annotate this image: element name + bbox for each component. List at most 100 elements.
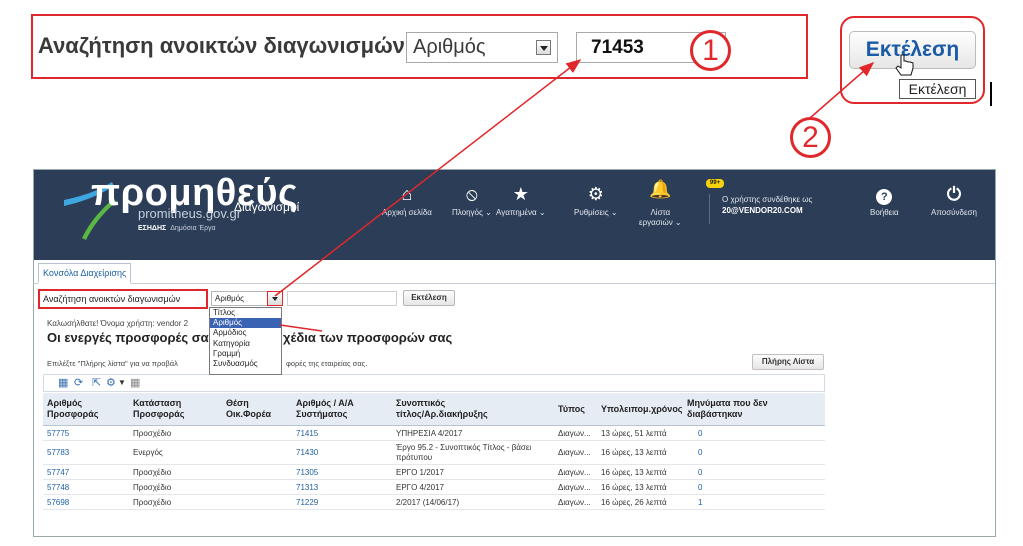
offer-number-link[interactable]: 57698 [47,498,69,508]
nav-help[interactable]: ? Βοήθεια [870,184,899,218]
logo-tag: Δημόσια Έργα [170,225,216,232]
nav-logout-label: Αποσύνδεση [931,208,977,217]
option-category[interactable]: Κατηγορία [210,339,281,349]
nav-favorites-label: Αγαπημένα [496,208,537,217]
offer-number-link[interactable]: 57747 [47,468,69,478]
nav-home-label: Αρχική σελίδα [382,208,432,217]
search-by-dropdown-button[interactable] [267,291,283,306]
logo-tag-bold: ΕΣΗΔΗΣ [138,225,167,232]
offer-number-link[interactable]: 57748 [47,483,69,493]
option-combination[interactable]: Συνδυασμός [210,359,281,369]
user-logged-in-label: Ο χρήστης συνδέθηκε ως [722,195,813,204]
help-icon: ? [870,184,899,205]
full-list-button[interactable]: Πλήρης Λίστα [752,354,824,370]
table-row[interactable]: 57748 Προσχέδιο 71313 ΕΡΓΟ 4/2017 Διαγων… [43,480,825,495]
offer-number-link[interactable]: 57775 [47,429,69,439]
gear-icon[interactable]: ⚙ [106,376,116,390]
nav-home[interactable]: ⌂ Αρχική σελίδα [382,184,432,218]
page-title: Οι ενεργές προσφορές σας [47,330,216,345]
refresh-icon[interactable]: ⟳ [74,376,83,390]
bell-icon: 🔔 [649,179,672,199]
col-title[interactable]: Συνοπτικός τίτλος/Αρ.διακήρυξης [396,398,488,420]
offer-number-link[interactable]: 57783 [47,448,69,458]
page-title-continued: χέδια των προσφορών σας [283,330,453,345]
detach-icon[interactable]: ▦ [58,376,68,390]
col-remaining-time[interactable]: Υπολειπομ.χρόνος [601,404,683,415]
unread-count[interactable]: 0 [698,448,702,458]
remaining-time: 16 ώρες, 26 λεπτά [601,498,667,507]
col-unread-messages[interactable]: Μηνύματα που δεν διαβάστηκαν [687,398,768,420]
col-offer-status[interactable]: Κατάσταση Προσφοράς [133,398,184,420]
unread-count[interactable]: 0 [698,468,702,478]
option-number[interactable]: Αριθμός [210,318,281,329]
search-by-options-list[interactable]: Τίτλος Αριθμός Αρμόδιος Κατηγορία Γραμμή… [209,307,282,375]
search-input[interactable] [287,291,397,306]
table-row[interactable]: 57747 Προσχέδιο 71305 ΕΡΓΟ 1/2017 Διαγων… [43,465,825,480]
system-number-link[interactable]: 71229 [296,498,318,508]
text-cursor [990,82,992,106]
tab-admin-console[interactable]: Κονσόλα Διαχείρισης [38,263,132,284]
header-divider [709,194,710,224]
table-row[interactable]: 57783 Ενεργός 71430 Έργο 95.2 - Συνοπτικ… [43,441,825,465]
nav-settings[interactable]: ⚙ Ρυθμίσεις ⌄ [574,184,618,218]
system-number-link[interactable]: 71313 [296,483,318,493]
step-1-marker: 1 [690,30,731,71]
chevron-down-icon[interactable] [536,40,551,55]
system-number-link[interactable]: 71305 [296,468,318,478]
instructions-text: Επιλέξτε "Πλήρης λίστα" για να προβάλ [47,359,178,368]
offer-title: ΕΡΓΟ 1/2017 [396,468,444,477]
tasks-count-badge: 99+ [706,179,724,188]
star-icon: ★ [512,184,529,204]
offer-type: Διαγων... [558,468,591,477]
offer-type: Διαγων... [558,483,591,492]
nav-help-label: Βοήθεια [870,208,899,217]
export-icon[interactable]: ⇱ [92,376,101,390]
col-system-number[interactable]: Αριθμός / Α/Α Συστήματος [296,398,354,420]
app-header: προμηθεύς promitheus.gov.gr ΕΣΗΔΗΣ Δημόσι… [34,170,995,260]
offer-status: Προσχέδιο [133,483,172,492]
offer-type: Διαγων... [558,448,591,457]
offer-title: 2/2017 (14/06/17) [396,498,460,507]
zoom-search-by-select[interactable]: Αριθμός [406,32,558,63]
offer-status: Ενεργός [133,448,163,457]
option-line[interactable]: Γραμμή [210,349,281,359]
system-number-link[interactable]: 71415 [296,429,318,439]
step-2-marker: 2 [790,117,831,158]
offer-status: Προσχέδιο [133,498,172,507]
logo-url: promitheus.gov.gr [138,206,242,221]
nav-favorites[interactable]: ★ Αγαπημένα ⌄ [496,184,546,218]
nav-logout[interactable]: ⏻ Αποσύνδεση [931,184,977,218]
col-type[interactable]: Τύπος [558,404,585,415]
application-screenshot: προμηθεύς promitheus.gov.gr ΕΣΗΔΗΣ Δημόσι… [33,169,996,537]
offer-title: Έργο 95.2 - Συνοπτικός Τίτλος - βάσει [396,443,532,452]
offer-title-line2: πρότυπου [396,453,433,462]
unread-count[interactable]: 0 [698,429,702,439]
table-row[interactable]: 57698 Προσχέδιο 71229 2/2017 (14/06/17) … [43,495,825,510]
zoom-search-label: Αναζήτηση ανοικτών διαγωνισμών [38,33,405,58]
remaining-time: 13 ώρες, 51 λεπτά [601,429,667,438]
unread-count[interactable]: 1 [698,498,702,508]
user-info: Ο χρήστης συνδέθηκε ως 20@VENDOR20.COM [722,194,812,216]
offer-type: Διαγων... [558,498,591,507]
option-responsible[interactable]: Αρμόδιος [210,328,281,338]
table-row[interactable]: 57775 Προσχέδιο 71415 ΥΠΗΡΕΣΙΑ 4/2017 Δι… [43,426,825,441]
zoom-execute-button[interactable]: Εκτέλεση [849,31,976,69]
instructions-text-continued: φορές της εταιρείας σας. [286,359,368,368]
option-title[interactable]: Τίτλος [210,308,281,318]
unread-count[interactable]: 0 [698,483,702,493]
compass-icon: ⦸ [466,184,478,204]
gear-icon: ⚙ [587,184,604,204]
offer-type: Διαγων... [558,429,591,438]
table-toolbar: ▦ ⟳ ⇱ ⚙ ▼ ▦ [43,374,825,392]
search-label: Αναζήτηση ανοικτών διαγωνισμών [43,294,181,304]
grid-icon[interactable]: ▦ [130,376,140,390]
tab-bar: Κονσόλα Διαχείρισης [34,260,995,284]
col-position[interactable]: Θέση Οικ.Φορέα [226,398,271,420]
col-offer-number[interactable]: Αριθμός Προσφοράς [47,398,98,420]
chevron-down-icon[interactable]: ▼ [118,376,126,390]
execute-button[interactable]: Εκτέλεση [403,290,455,306]
system-number-link[interactable]: 71430 [296,448,318,458]
remaining-time: 16 ώρες, 13 λεπτά [601,448,667,457]
nav-tasks[interactable]: 🔔 Λίστα εργασιών ⌄ [639,174,682,228]
nav-navigator[interactable]: ⦸ Πλοηγός ⌄ [452,184,492,218]
